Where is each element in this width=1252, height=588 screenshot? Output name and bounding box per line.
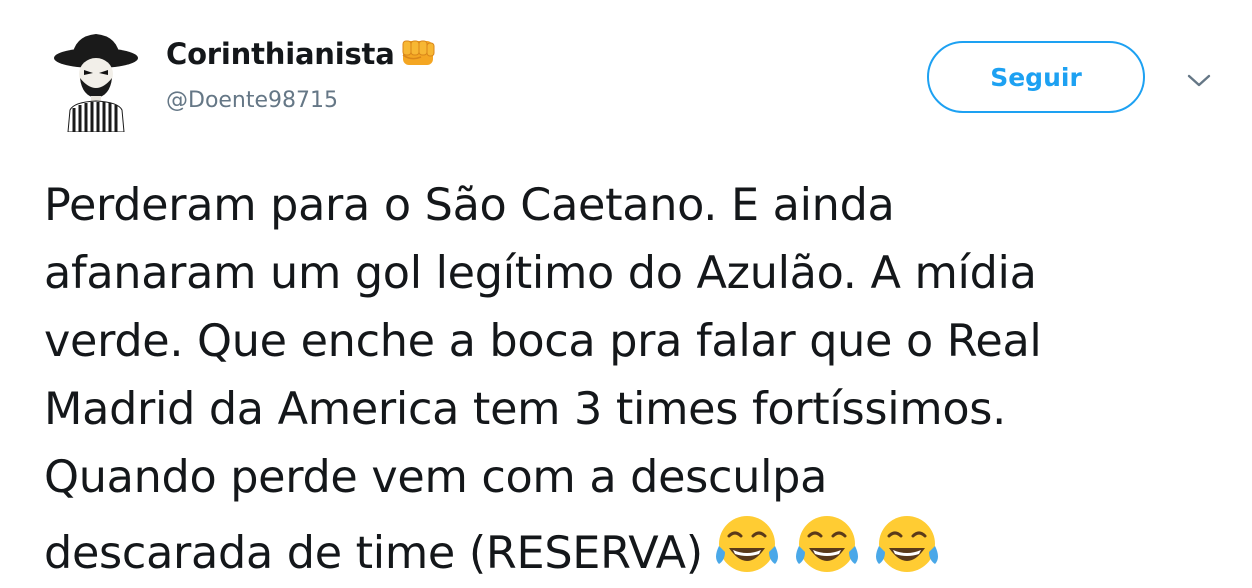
avatar-icon [54, 34, 138, 133]
tweet-text-line: Madrid da America tem 3 times fortíssimo… [44, 384, 1007, 435]
author-display-name[interactable]: Corinthianista [166, 40, 395, 69]
tweet-text-line: Perderam para o São Caetano. E ainda [44, 180, 895, 231]
tears-of-joy-emoji-icon [795, 516, 858, 572]
tweet-text-line: descarada de time (RESERVA) [44, 528, 703, 579]
emoji-row [711, 512, 951, 580]
follow-button[interactable]: Seguir [927, 41, 1145, 113]
tweet-text-last-line: descarada de time (RESERVA) [44, 512, 1234, 588]
tears-of-joy-emoji-icon [715, 516, 778, 572]
avatar[interactable] [44, 28, 144, 133]
fist-icon [402, 40, 435, 65]
author-name-row[interactable]: Corinthianista [166, 40, 439, 69]
tweet-text-line: Quando perde vem com a desculpa [44, 452, 828, 503]
chevron-down-icon[interactable] [1184, 70, 1214, 92]
author-handle[interactable]: @Doente98715 [166, 90, 338, 112]
tweet-text: Perderam para o São Caetano. E ainda afa… [44, 172, 1234, 588]
tweet-text-line: afanaram um gol legítimo do Azulão. A mí… [44, 248, 1037, 299]
tweet-text-line: verde. Que enche a boca pra falar que o … [44, 316, 1042, 367]
tears-of-joy-emoji-icon [875, 516, 938, 572]
